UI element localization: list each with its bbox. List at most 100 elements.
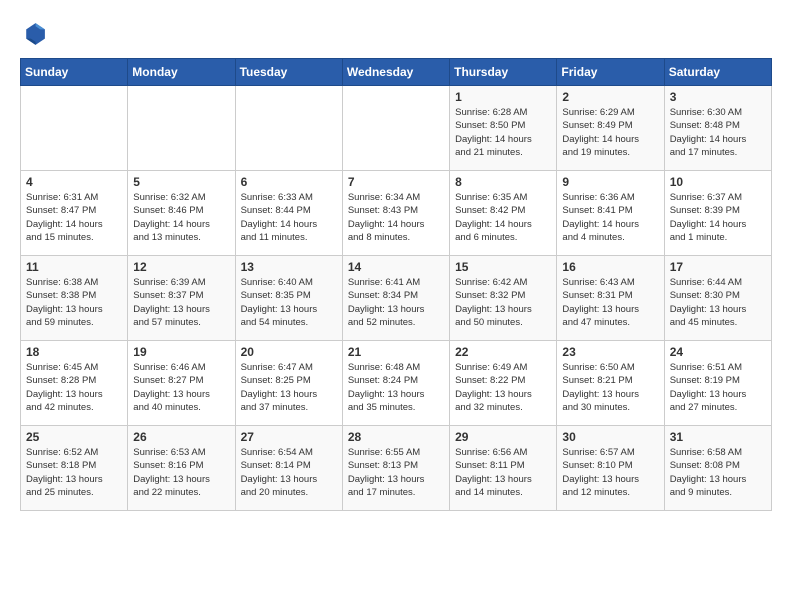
day-info: Sunrise: 6:55 AM Sunset: 8:13 PM Dayligh… [348,446,444,499]
day-info: Sunrise: 6:45 AM Sunset: 8:28 PM Dayligh… [26,361,122,414]
day-info: Sunrise: 6:44 AM Sunset: 8:30 PM Dayligh… [670,276,766,329]
day-number: 18 [26,345,122,359]
day-number: 16 [562,260,658,274]
day-number: 25 [26,430,122,444]
day-cell: 25 Sunrise: 6:52 AM Sunset: 8:18 PM Dayli… [21,426,128,511]
day-number: 9 [562,175,658,189]
day-info: Sunrise: 6:33 AM Sunset: 8:44 PM Dayligh… [241,191,337,244]
day-number: 10 [670,175,766,189]
day-number: 28 [348,430,444,444]
day-info: Sunrise: 6:34 AM Sunset: 8:43 PM Dayligh… [348,191,444,244]
week-row-2: 4Sunrise: 6:31 AM Sunset: 8:47 PM Daylig… [21,171,772,256]
day-number: 3 [670,90,766,104]
day-info: Sunrise: 6:41 AM Sunset: 8:34 PM Dayligh… [348,276,444,329]
day-info: Sunrise: 6:51 AM Sunset: 8:19 PM Dayligh… [670,361,766,414]
col-header-thursday: Thursday [450,59,557,86]
col-header-tuesday: Tuesday [235,59,342,86]
col-header-saturday: Saturday [664,59,771,86]
day-number: 30 [562,430,658,444]
day-number: 31 [670,430,766,444]
day-info: Sunrise: 6:53 AM Sunset: 8:16 PM Dayligh… [133,446,229,499]
day-number: 2 [562,90,658,104]
day-number: 20 [241,345,337,359]
day-cell: 8 Sunrise: 6:35 AM Sunset: 8:42 PM Daylig… [450,171,557,256]
day-info: Sunrise: 6:50 AM Sunset: 8:21 PM Dayligh… [562,361,658,414]
day-number: 15 [455,260,551,274]
week-row-3: 11 Sunrise: 6:38 AM Sunset: 8:38 PM Dayli… [21,256,772,341]
day-cell: 14Sunrise: 6:41 AM Sunset: 8:34 PM Dayli… [342,256,449,341]
day-number: 1 [455,90,551,104]
day-info: Sunrise: 6:39 AM Sunset: 8:37 PM Dayligh… [133,276,229,329]
day-info: Sunrise: 6:38 AM Sunset: 8:38 PM Dayligh… [26,276,122,329]
day-number: 17 [670,260,766,274]
day-number: 7 [348,175,444,189]
day-number: 24 [670,345,766,359]
day-cell: 13 Sunrise: 6:40 AM Sunset: 8:35 PM Dayli… [235,256,342,341]
day-number: 29 [455,430,551,444]
day-number: 19 [133,345,229,359]
col-header-monday: Monday [128,59,235,86]
day-info: Sunrise: 6:35 AM Sunset: 8:42 PM Dayligh… [455,191,551,244]
day-number: 26 [133,430,229,444]
logo [20,20,52,48]
day-info: Sunrise: 6:28 AM Sunset: 8:50 PM Dayligh… [455,106,551,159]
day-cell: 29 Sunrise: 6:56 AM Sunset: 8:11 PM Dayli… [450,426,557,511]
col-header-sunday: Sunday [21,59,128,86]
day-cell: 27 Sunrise: 6:54 AM Sunset: 8:14 PM Dayli… [235,426,342,511]
day-cell: 15 Sunrise: 6:42 AM Sunset: 8:32 PM Dayli… [450,256,557,341]
day-info: Sunrise: 6:31 AM Sunset: 8:47 PM Dayligh… [26,191,122,244]
day-cell: 24 Sunrise: 6:51 AM Sunset: 8:19 PM Dayli… [664,341,771,426]
day-cell [128,86,235,171]
day-number: 5 [133,175,229,189]
day-cell: 31 Sunrise: 6:58 AM Sunset: 8:08 PM Dayli… [664,426,771,511]
day-cell: 21Sunrise: 6:48 AM Sunset: 8:24 PM Dayli… [342,341,449,426]
day-info: Sunrise: 6:54 AM Sunset: 8:14 PM Dayligh… [241,446,337,499]
day-cell [21,86,128,171]
day-cell: 19 Sunrise: 6:46 AM Sunset: 8:27 PM Dayli… [128,341,235,426]
day-cell: 12Sunrise: 6:39 AM Sunset: 8:37 PM Dayli… [128,256,235,341]
day-number: 22 [455,345,551,359]
day-cell: 9 Sunrise: 6:36 AM Sunset: 8:41 PM Daylig… [557,171,664,256]
day-cell: 17 Sunrise: 6:44 AM Sunset: 8:30 PM Dayli… [664,256,771,341]
day-info: Sunrise: 6:58 AM Sunset: 8:08 PM Dayligh… [670,446,766,499]
day-info: Sunrise: 6:49 AM Sunset: 8:22 PM Dayligh… [455,361,551,414]
day-info: Sunrise: 6:43 AM Sunset: 8:31 PM Dayligh… [562,276,658,329]
day-cell: 3 Sunrise: 6:30 AM Sunset: 8:48 PM Daylig… [664,86,771,171]
day-cell: 16 Sunrise: 6:43 AM Sunset: 8:31 PM Dayli… [557,256,664,341]
day-info: Sunrise: 6:32 AM Sunset: 8:46 PM Dayligh… [133,191,229,244]
day-info: Sunrise: 6:37 AM Sunset: 8:39 PM Dayligh… [670,191,766,244]
day-info: Sunrise: 6:52 AM Sunset: 8:18 PM Dayligh… [26,446,122,499]
day-cell: 4Sunrise: 6:31 AM Sunset: 8:47 PM Daylig… [21,171,128,256]
day-info: Sunrise: 6:29 AM Sunset: 8:49 PM Dayligh… [562,106,658,159]
day-info: Sunrise: 6:40 AM Sunset: 8:35 PM Dayligh… [241,276,337,329]
day-info: Sunrise: 6:47 AM Sunset: 8:25 PM Dayligh… [241,361,337,414]
day-cell: 23 Sunrise: 6:50 AM Sunset: 8:21 PM Dayli… [557,341,664,426]
day-info: Sunrise: 6:56 AM Sunset: 8:11 PM Dayligh… [455,446,551,499]
day-number: 23 [562,345,658,359]
day-cell: 7 Sunrise: 6:34 AM Sunset: 8:43 PM Daylig… [342,171,449,256]
day-cell: 26 Sunrise: 6:53 AM Sunset: 8:16 PM Dayli… [128,426,235,511]
calendar-header [20,20,772,48]
day-number: 27 [241,430,337,444]
day-cell [342,86,449,171]
day-number: 11 [26,260,122,274]
day-number: 13 [241,260,337,274]
day-number: 8 [455,175,551,189]
week-row-1: 1 Sunrise: 6:28 AM Sunset: 8:50 PM Daylig… [21,86,772,171]
week-row-5: 25 Sunrise: 6:52 AM Sunset: 8:18 PM Dayli… [21,426,772,511]
day-cell: 20 Sunrise: 6:47 AM Sunset: 8:25 PM Dayli… [235,341,342,426]
day-info: Sunrise: 6:42 AM Sunset: 8:32 PM Dayligh… [455,276,551,329]
day-cell: 28 Sunrise: 6:55 AM Sunset: 8:13 PM Dayli… [342,426,449,511]
calendar-header-row: SundayMondayTuesdayWednesdayThursdayFrid… [21,59,772,86]
col-header-wednesday: Wednesday [342,59,449,86]
day-cell: 6 Sunrise: 6:33 AM Sunset: 8:44 PM Daylig… [235,171,342,256]
day-cell: 18 Sunrise: 6:45 AM Sunset: 8:28 PM Dayli… [21,341,128,426]
day-number: 6 [241,175,337,189]
day-info: Sunrise: 6:30 AM Sunset: 8:48 PM Dayligh… [670,106,766,159]
day-cell: 2 Sunrise: 6:29 AM Sunset: 8:49 PM Daylig… [557,86,664,171]
day-cell [235,86,342,171]
day-info: Sunrise: 6:57 AM Sunset: 8:10 PM Dayligh… [562,446,658,499]
day-info: Sunrise: 6:46 AM Sunset: 8:27 PM Dayligh… [133,361,229,414]
day-cell: 22 Sunrise: 6:49 AM Sunset: 8:22 PM Dayli… [450,341,557,426]
day-info: Sunrise: 6:36 AM Sunset: 8:41 PM Dayligh… [562,191,658,244]
